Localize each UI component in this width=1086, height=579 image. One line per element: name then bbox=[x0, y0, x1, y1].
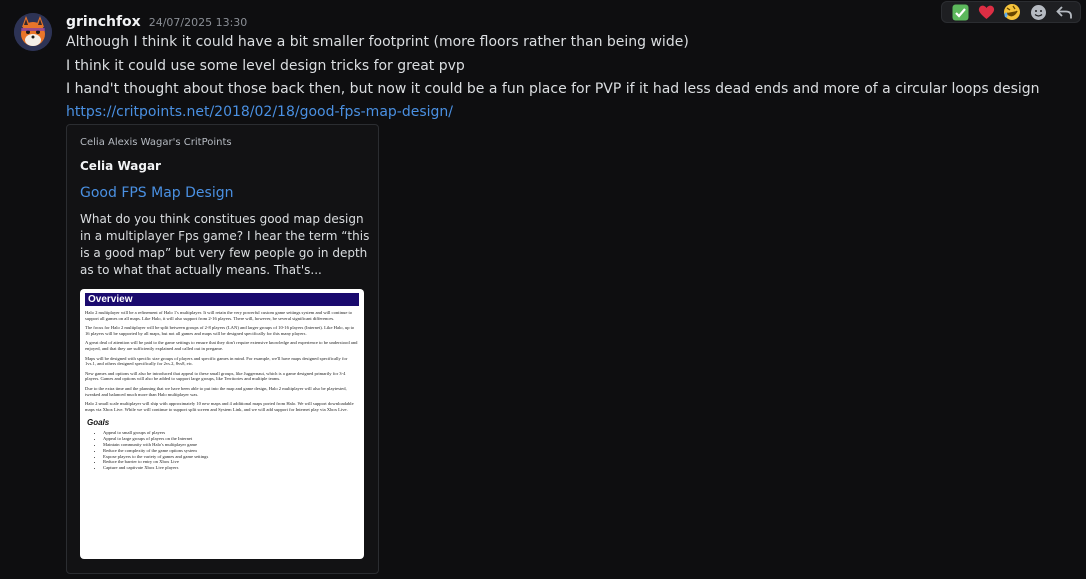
doc-paragraph: The focus for Halo 2 multiplayer will be… bbox=[85, 325, 355, 336]
message-header: grinchfox 24/07/2025 13:30 bbox=[66, 14, 247, 32]
message-actions-bar bbox=[941, 1, 1081, 23]
doc-goals-title: Goals bbox=[87, 418, 110, 428]
doc-goals-list: Appeal to small groups of players Appeal… bbox=[85, 430, 359, 471]
message-text-line: I hand't thought about those back then, … bbox=[66, 81, 1040, 97]
rofl-emoji-icon[interactable] bbox=[999, 2, 1025, 22]
link-embed: Celia Alexis Wagar's CritPoints Celia Wa… bbox=[66, 124, 379, 574]
doc-paragraph: Maps will be designed with specific size… bbox=[85, 355, 348, 367]
message-text-line: I think it could use some level design t… bbox=[66, 58, 465, 74]
heart-emoji-icon[interactable] bbox=[973, 2, 999, 22]
add-reaction-icon[interactable] bbox=[1025, 2, 1051, 22]
doc-goal-item: Capture and captivate Xbox Live players bbox=[103, 465, 359, 471]
reply-icon[interactable] bbox=[1051, 2, 1077, 22]
embed-image[interactable]: Overview Halo 2 multiplayer will be a re… bbox=[80, 289, 364, 559]
message-link[interactable]: https://critpoints.net/2018/02/18/good-f… bbox=[66, 104, 453, 120]
doc-paragraph: Halo 2 small scale multiplayer will ship… bbox=[85, 401, 354, 412]
avatar[interactable] bbox=[14, 13, 52, 51]
doc-paragraph: Halo 2 multiplayer will be a refinement … bbox=[85, 310, 353, 321]
fox-avatar-icon bbox=[14, 13, 52, 51]
doc-paragraph: Due to the extra time and the planning t… bbox=[85, 385, 347, 397]
embed-provider[interactable]: Celia Alexis Wagar's CritPoints bbox=[80, 137, 232, 148]
doc-paragraph: New games and options will also be intro… bbox=[85, 370, 346, 382]
check-mark-emoji-icon[interactable] bbox=[947, 2, 973, 22]
doc-paragraph: A great deal of attention will be paid t… bbox=[85, 340, 358, 351]
timestamp: 24/07/2025 13:30 bbox=[148, 16, 248, 29]
message-text-line: Although I think it could have a bit sma… bbox=[66, 34, 689, 50]
embed-description: What do you think constitues good map de… bbox=[80, 212, 370, 277]
username[interactable]: grinchfox bbox=[66, 14, 141, 30]
doc-heading: Overview bbox=[85, 293, 359, 306]
embed-author[interactable]: Celia Wagar bbox=[80, 159, 161, 173]
embed-title[interactable]: Good FPS Map Design bbox=[80, 185, 233, 201]
